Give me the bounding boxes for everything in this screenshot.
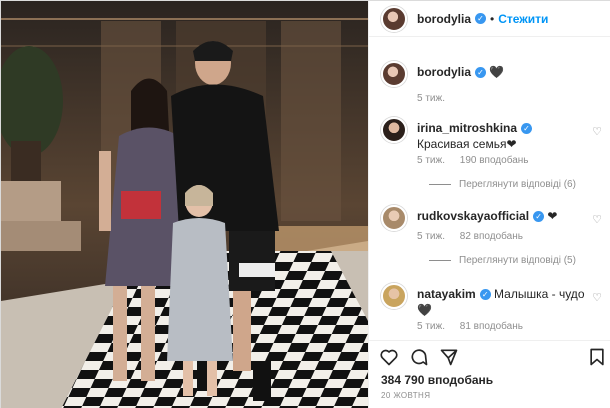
comment-time[interactable]: 5 тиж. xyxy=(417,231,445,242)
caption-username[interactable]: borodylia xyxy=(417,65,471,79)
author-avatar[interactable] xyxy=(381,5,407,32)
comment-body: rudkovskayaofficial ✓ ❤ xyxy=(417,208,587,224)
caption-time[interactable]: 5 тиж. xyxy=(417,93,445,104)
comment-username[interactable]: natayakim xyxy=(417,287,476,301)
comment-text: Красивая семья❤ xyxy=(417,137,517,151)
caption-meta: 5 тиж. xyxy=(417,93,457,104)
verified-icon: ✓ xyxy=(475,13,487,24)
comment-likes[interactable]: 82 вподобань xyxy=(460,231,523,242)
comment-like-icon[interactable]: ♡ xyxy=(592,125,602,138)
verified-icon: ✓ xyxy=(479,289,491,301)
post-sidebar: borodylia ✓ • Стежити borodylia ✓ 🖤 5 тиж… xyxy=(368,1,610,408)
family-photo xyxy=(1,1,368,408)
caption-text: 🖤 xyxy=(489,65,505,79)
comment-time[interactable]: 5 тиж. xyxy=(417,321,445,332)
commenter-avatar[interactable] xyxy=(381,205,407,231)
comment-username[interactable]: irina_mitroshkina xyxy=(417,121,517,135)
comment-icon[interactable] xyxy=(409,347,429,367)
follow-button[interactable]: Стежити xyxy=(498,12,548,26)
comment-text: ❤ xyxy=(547,209,558,223)
post-date[interactable]: 20 ЖОВТНЯ xyxy=(381,391,430,400)
heart-icon[interactable] xyxy=(379,347,399,367)
comment-time[interactable]: 5 тиж. xyxy=(417,155,445,166)
author-username[interactable]: borodylia xyxy=(417,12,471,26)
comment-meta: 5 тиж. 81 вподобань xyxy=(417,321,535,332)
commenter-avatar[interactable] xyxy=(381,117,407,143)
comment-likes[interactable]: 81 вподобань xyxy=(460,321,523,332)
comment-body: irina_mitroshkina ✓ Красивая семья❤ xyxy=(417,120,587,152)
comment-meta: 5 тиж. 190 вподобань xyxy=(417,155,541,166)
comment-body: natayakim ✓ Малышка - чудо 🖤 xyxy=(417,286,587,318)
post-header: borodylia ✓ • Стежити xyxy=(369,1,610,37)
comment-likes[interactable]: 190 вподобань xyxy=(460,155,529,166)
commenter-avatar[interactable] xyxy=(381,283,407,309)
likes-count[interactable]: 384 790 вподобань xyxy=(381,373,493,387)
comment-like-icon[interactable]: ♡ xyxy=(592,213,602,226)
instagram-post: borodylia ✓ • Стежити borodylia ✓ 🖤 5 тиж… xyxy=(0,0,610,408)
separator-dot: • xyxy=(490,11,495,26)
author-avatar[interactable] xyxy=(381,61,407,87)
comment-item: irina_mitroshkina ✓ Красивая семья❤ ♡ 5 т… xyxy=(381,117,606,190)
post-photo[interactable] xyxy=(1,1,368,408)
comment-item: rudkovskayaofficial ✓ ❤ ♡ 5 тиж. 82 вподо… xyxy=(381,205,606,266)
view-replies-button[interactable]: Переглянути відповіді (5) xyxy=(429,255,576,266)
verified-icon: ✓ xyxy=(521,123,533,135)
view-replies-button[interactable]: Переглянути відповіді (6) xyxy=(429,179,576,190)
comment-username[interactable]: rudkovskayaofficial xyxy=(417,209,529,223)
caption-row: borodylia ✓ 🖤 5 тиж. xyxy=(381,61,606,104)
verified-icon: ✓ xyxy=(475,67,487,79)
verified-icon: ✓ xyxy=(533,211,545,223)
caption-body: borodylia ✓ 🖤 xyxy=(417,64,587,80)
comment-like-icon[interactable]: ♡ xyxy=(592,291,602,304)
comment-meta: 5 тиж. 82 вподобань xyxy=(417,231,535,242)
share-icon[interactable] xyxy=(439,347,459,367)
comments-list[interactable]: borodylia ✓ 🖤 5 тиж. irina_mitroshkina ✓ К… xyxy=(369,55,610,340)
bookmark-icon[interactable] xyxy=(587,347,607,367)
comment-item: natayakim ✓ Малышка - чудо 🖤 ♡ 5 тиж. 81 … xyxy=(381,283,606,333)
post-actions xyxy=(369,340,610,374)
